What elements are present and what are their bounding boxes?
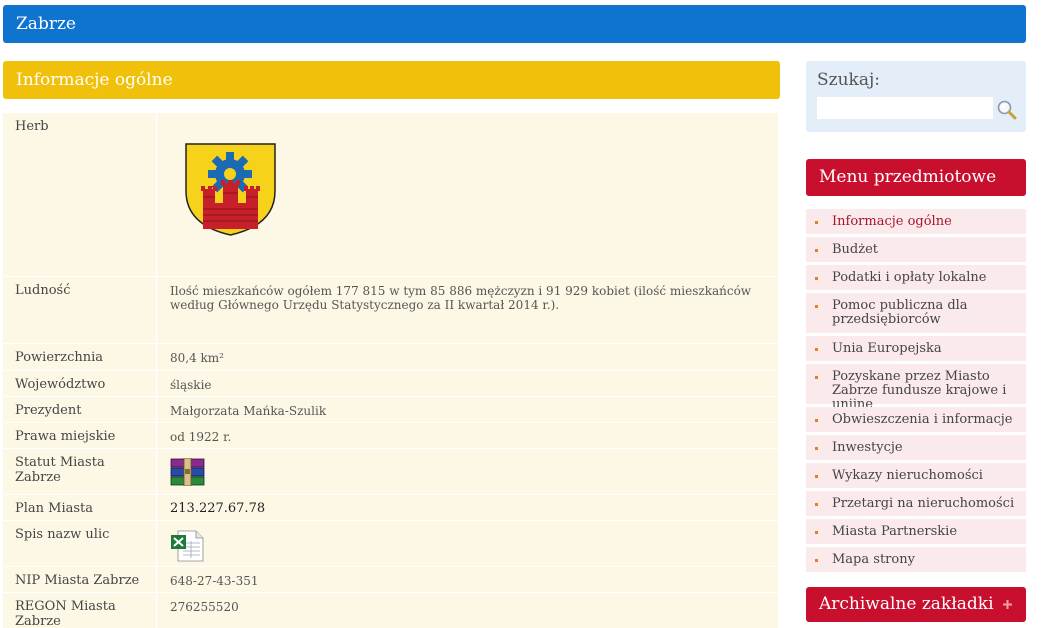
bullet-icon <box>815 305 818 308</box>
row-label: Prezydent <box>3 397 157 422</box>
row-label: Spis nazw ulic <box>3 521 157 566</box>
menu-item-label: Pozyskane przez Miasto Zabrze fundusze k… <box>832 369 1007 412</box>
winrar-archive-icon[interactable] <box>170 457 206 487</box>
menu-item-label: Informacje ogólne <box>832 214 952 229</box>
row-label: Plan Miasta <box>3 495 157 520</box>
menu-item-wykazy-nieruchomosci[interactable]: Wykazy nieruchomości <box>806 463 1026 488</box>
table-row-nip: NIP Miasta Zabrze 648-27-43-351 <box>3 567 778 593</box>
menu-item-miasta-partnerskie[interactable]: Miasta Partnerskie <box>806 519 1026 544</box>
menu-item-budzet[interactable]: Budżet <box>806 237 1026 262</box>
menu-item-label: Miasta Partnerskie <box>832 524 958 539</box>
bullet-icon <box>815 531 818 534</box>
row-label: Herb <box>3 113 157 276</box>
row-value: od 1922 r. <box>170 430 232 444</box>
row-label: NIP Miasta Zabrze <box>3 567 157 592</box>
row-value: Ilość mieszkańców ogółem 177 815 w tym 8… <box>170 284 752 312</box>
menu-title: Menu przedmiotowe <box>819 167 997 187</box>
table-row-ludnosc: Ludność Ilość mieszkańców ogółem 177 815… <box>3 277 778 344</box>
table-row-plan-miasta: Plan Miasta 213.227.67.78 <box>3 495 778 521</box>
bullet-icon <box>815 419 818 422</box>
row-value: 80,4 km² <box>170 351 224 365</box>
row-value <box>157 521 778 566</box>
row-label: Województwo <box>3 371 157 396</box>
menu-header: Menu przedmiotowe <box>806 159 1026 196</box>
row-value: śląskie <box>170 378 212 392</box>
archive-title: Archiwalne zakładki <box>819 594 994 614</box>
menu-item-fundusze[interactable]: Pozyskane przez Miasto Zabrze fundusze k… <box>806 364 1026 412</box>
menu-item-label: Pomoc publiczna dla przedsiębiorców <box>832 298 968 327</box>
info-table: Herb Ludność Ilość mieszkańców ogółem 17… <box>3 113 778 628</box>
excel-file-icon[interactable] <box>170 530 204 562</box>
coat-of-arms-icon <box>185 143 276 236</box>
row-value <box>157 113 778 276</box>
table-row-regon: REGON Miasta Zabrze 276255520 <box>3 593 778 628</box>
menu-item-label: Podatki i opłaty lokalne <box>832 270 987 285</box>
row-label: Powierzchnia <box>3 344 157 370</box>
menu-item-unia-europejska[interactable]: Unia Europejska <box>806 336 1026 361</box>
menu-item-pomoc-publiczna[interactable]: Pomoc publiczna dla przedsiębiorców <box>806 293 1026 333</box>
expand-icon <box>1003 600 1012 609</box>
search-icon[interactable] <box>996 99 1018 121</box>
menu-item-label: Wykazy nieruchomości <box>832 468 983 483</box>
row-value: Małgorzata Mańka-Szulik <box>170 404 327 418</box>
subject-menu: Informacje ogólne Budżet Podatki i opłat… <box>806 209 1026 575</box>
menu-item-label: Budżet <box>832 242 879 257</box>
menu-item-podatki[interactable]: Podatki i opłaty lokalne <box>806 265 1026 290</box>
row-value: 648-27-43-351 <box>170 574 259 588</box>
table-row-prezydent: Prezydent Małgorzata Mańka-Szulik <box>3 397 778 423</box>
menu-item-label: Inwestycje <box>832 440 903 455</box>
row-label: Prawa miejskie <box>3 423 157 448</box>
table-row-herb: Herb <box>3 113 778 277</box>
table-row-spis-ulic: Spis nazw ulic <box>3 521 778 567</box>
section-title: Informacje ogólne <box>16 70 173 90</box>
site-title: Zabrze <box>16 14 76 34</box>
table-row-statut: Statut Miasta Zabrze <box>3 449 778 495</box>
bullet-icon <box>815 503 818 506</box>
bullet-icon <box>815 559 818 562</box>
row-value: 213.227.67.78 <box>170 501 266 516</box>
bullet-icon <box>815 475 818 478</box>
bullet-icon <box>815 447 818 450</box>
search-input[interactable] <box>817 97 993 119</box>
search-panel: Szukaj: <box>806 61 1026 132</box>
bullet-icon <box>815 221 818 224</box>
bullet-icon <box>815 277 818 280</box>
bullet-icon <box>815 249 818 252</box>
menu-item-przetargi[interactable]: Przetargi na nieruchomości <box>806 491 1026 516</box>
menu-item-informacje-ogolne[interactable]: Informacje ogólne <box>806 209 1026 234</box>
section-header: Informacje ogólne <box>3 61 780 99</box>
site-title-bar: Zabrze <box>3 5 1026 43</box>
search-title: Szukaj: <box>817 70 880 90</box>
row-label: Ludność <box>3 277 157 343</box>
row-value: 276255520 <box>170 600 239 614</box>
table-row-powierzchnia: Powierzchnia 80,4 km² <box>3 344 778 371</box>
menu-item-label: Obwieszczenia i informacje <box>832 412 1013 427</box>
menu-item-label: Przetargi na nieruchomości <box>832 496 1015 511</box>
menu-item-inwestycje[interactable]: Inwestycje <box>806 435 1026 460</box>
bullet-icon <box>815 376 818 379</box>
table-row-prawa-miejskie: Prawa miejskie od 1922 r. <box>3 423 778 449</box>
archive-tabs-button[interactable]: Archiwalne zakładki <box>806 587 1026 622</box>
table-row-wojewodztwo: Województwo śląskie <box>3 371 778 397</box>
row-value <box>157 449 778 494</box>
row-label: Statut Miasta Zabrze <box>3 449 157 494</box>
row-label: REGON Miasta Zabrze <box>3 593 157 628</box>
menu-item-obwieszczenia[interactable]: Obwieszczenia i informacje <box>806 407 1026 432</box>
menu-item-label: Mapa strony <box>832 552 915 567</box>
bullet-icon <box>815 348 818 351</box>
menu-item-label: Unia Europejska <box>832 341 942 356</box>
menu-item-mapa-strony[interactable]: Mapa strony <box>806 547 1026 572</box>
